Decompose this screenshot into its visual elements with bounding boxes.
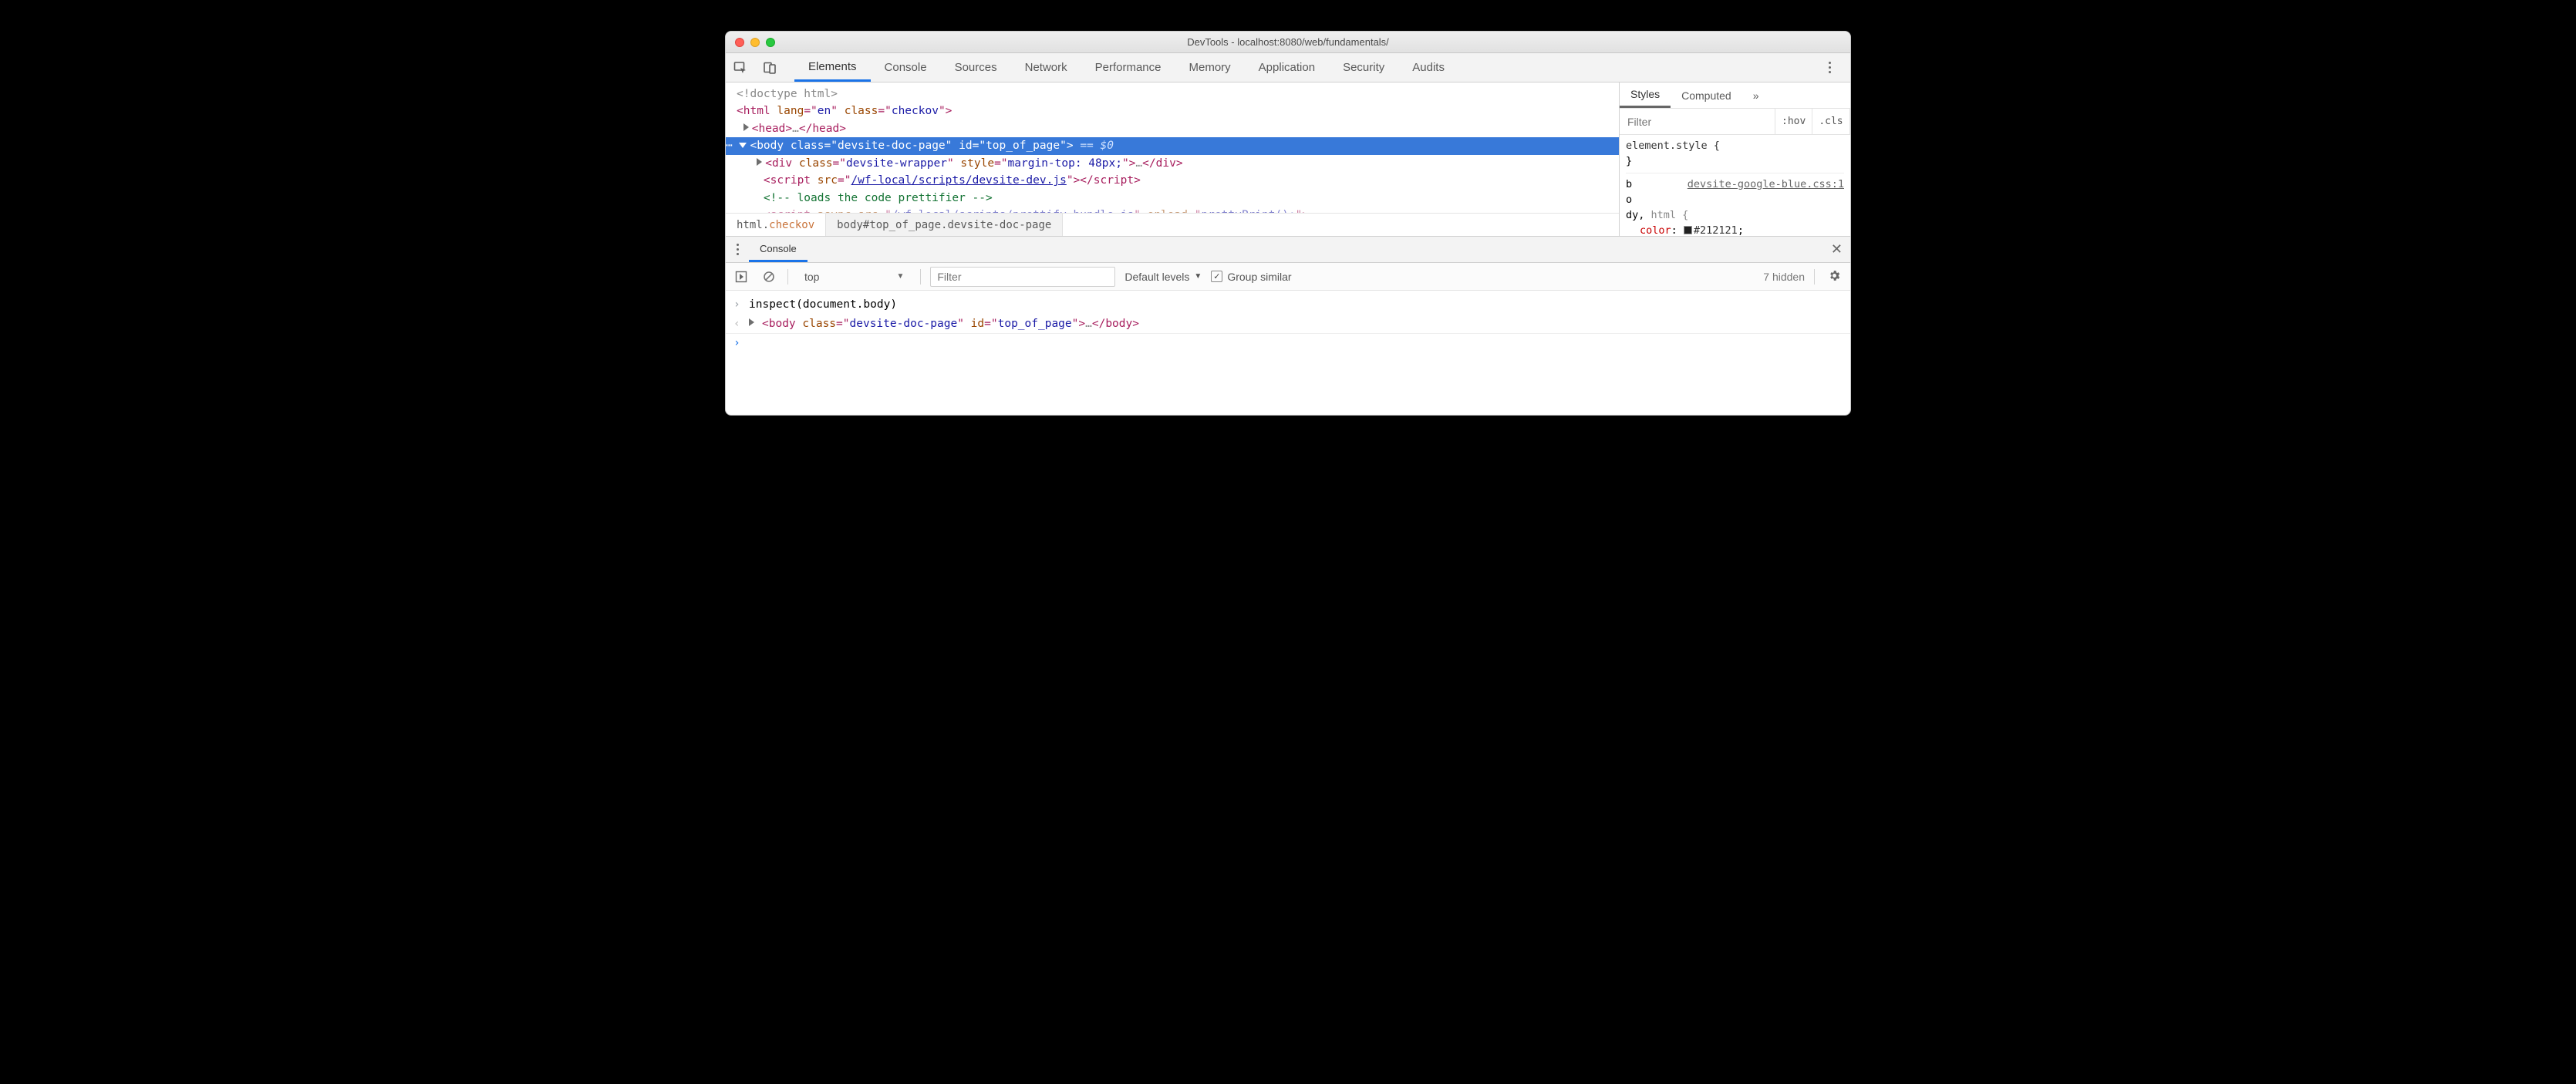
dom-tree[interactable]: <!doctype html> <html lang="en" class="c… xyxy=(726,82,1619,213)
console-settings-icon[interactable] xyxy=(1824,269,1844,284)
console-result-element[interactable]: <body class="devsite-doc-page" id="top_o… xyxy=(762,315,1139,334)
dom-div-wrapper[interactable]: <div class="devsite-wrapper" style="marg… xyxy=(726,155,1619,172)
breadcrumb-item[interactable]: html.checkov xyxy=(726,214,826,236)
clear-console-icon[interactable] xyxy=(760,271,778,283)
tab-network[interactable]: Network xyxy=(1011,53,1081,82)
styles-tabs-overflow-icon[interactable]: » xyxy=(1742,82,1770,108)
tab-memory[interactable]: Memory xyxy=(1175,53,1245,82)
tab-performance[interactable]: Performance xyxy=(1081,53,1175,82)
css-rule-block[interactable]: devsite-google-blue.css:1 b o dy, html {… xyxy=(1626,177,1844,237)
hidden-messages-count[interactable]: 7 hidden xyxy=(1763,271,1805,283)
hov-toggle[interactable]: :hov xyxy=(1775,109,1812,134)
console-filter-input[interactable] xyxy=(930,267,1115,287)
close-drawer-icon[interactable]: ✕ xyxy=(1831,241,1843,258)
toolbar-kebab-icon[interactable] xyxy=(1815,62,1844,73)
execute-icon[interactable] xyxy=(732,271,750,283)
styles-tab-computed[interactable]: Computed xyxy=(1671,82,1742,108)
styles-panel: Styles Computed » :hov .cls + element.st… xyxy=(1619,82,1850,236)
devtools-toolbar: Elements Console Sources Network Perform… xyxy=(726,53,1850,82)
dom-comment[interactable]: <!-- loads the code prettifier --> xyxy=(726,190,1619,207)
console-kebab-icon[interactable] xyxy=(726,244,749,255)
elements-panel[interactable]: <!doctype html> <html lang="en" class="c… xyxy=(726,82,1619,236)
console-input-row[interactable]: › inspect(document.body) xyxy=(726,295,1850,315)
group-similar-toggle[interactable]: ✓Group similar xyxy=(1211,271,1291,283)
dom-script-1[interactable]: <script src="/wf-local/scripts/devsite-d… xyxy=(726,172,1619,189)
toolbar-tabs: Elements Console Sources Network Perform… xyxy=(794,53,1815,82)
styles-filter-input[interactable] xyxy=(1620,116,1775,128)
cls-toggle[interactable]: .cls xyxy=(1812,109,1849,134)
console-body[interactable]: › inspect(document.body) ‹ <body class="… xyxy=(726,291,1850,415)
main-split: <!doctype html> <html lang="en" class="c… xyxy=(726,82,1850,237)
tab-elements[interactable]: Elements xyxy=(794,53,871,82)
element-style-block[interactable]: element.style {} xyxy=(1626,138,1844,173)
inspect-element-icon[interactable] xyxy=(726,61,755,75)
console-tab[interactable]: Console xyxy=(749,237,808,262)
console-command-text: inspect(document.body) xyxy=(749,295,897,315)
styles-filterbar: :hov .cls + xyxy=(1620,109,1850,135)
dom-script-2-clipped[interactable]: <script async src="/wf-local/scripts/pre… xyxy=(726,207,1619,213)
expand-icon[interactable] xyxy=(757,158,762,166)
context-selector[interactable]: top▼ xyxy=(797,268,911,286)
log-levels-selector[interactable]: Default levels ▼ xyxy=(1124,271,1202,283)
tab-sources[interactable]: Sources xyxy=(941,53,1011,82)
rule-source-link[interactable]: devsite-google-blue.css:1 xyxy=(1688,177,1844,192)
device-toolbar-icon[interactable] xyxy=(755,61,784,75)
console-output-row[interactable]: ‹ <body class="devsite-doc-page" id="top… xyxy=(726,315,1850,335)
styles-tab-styles[interactable]: Styles xyxy=(1620,82,1671,108)
tab-security[interactable]: Security xyxy=(1329,53,1398,82)
console-prompt-row[interactable]: › xyxy=(726,334,1850,353)
console-tabs: Console ✕ xyxy=(726,237,1850,263)
expand-icon[interactable] xyxy=(749,318,754,326)
console-drawer: Console ✕ top▼ Default levels ▼ ✓Group s… xyxy=(726,237,1850,415)
dom-head[interactable]: <head>…</head> xyxy=(726,120,1619,137)
devtools-window: DevTools - localhost:8080/web/fundamenta… xyxy=(725,31,1851,416)
console-toolbar: top▼ Default levels ▼ ✓Group similar 7 h… xyxy=(726,263,1850,291)
tab-console[interactable]: Console xyxy=(871,53,941,82)
tab-application[interactable]: Application xyxy=(1245,53,1329,82)
dom-body-selected[interactable]: ⋯ <body class="devsite-doc-page" id="top… xyxy=(726,137,1619,154)
breadcrumb: html.checkov body#top_of_page.devsite-do… xyxy=(726,213,1619,236)
tab-audits[interactable]: Audits xyxy=(1398,53,1458,82)
color-swatch-icon[interactable] xyxy=(1684,226,1692,234)
expand-icon[interactable] xyxy=(743,123,749,131)
styles-body[interactable]: element.style {} devsite-google-blue.css… xyxy=(1620,135,1850,236)
new-style-rule-button[interactable]: + xyxy=(1849,109,1851,134)
styles-tabs: Styles Computed » xyxy=(1620,82,1850,109)
css-property[interactable]: color: #212121; xyxy=(1626,223,1844,236)
macos-titlebar: DevTools - localhost:8080/web/fundamenta… xyxy=(726,32,1850,53)
dom-doctype[interactable]: <!doctype html> xyxy=(726,86,1619,103)
collapse-icon[interactable] xyxy=(739,143,747,148)
breadcrumb-item[interactable]: body#top_of_page.devsite-doc-page xyxy=(826,214,1063,236)
dom-html-open[interactable]: <html lang="en" class="checkov"> xyxy=(726,103,1619,120)
window-title: DevTools - localhost:8080/web/fundamenta… xyxy=(726,36,1850,48)
